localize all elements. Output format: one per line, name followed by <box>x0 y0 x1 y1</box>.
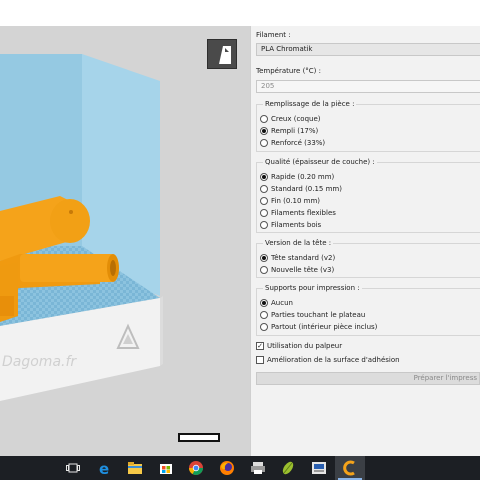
head-option-v3[interactable]: Nouvelle tête (v3) <box>260 265 334 275</box>
quality-option-wood[interactable]: Filaments bois <box>260 220 321 230</box>
supports-option-touching-plate[interactable]: Parties touchant le plateau <box>260 310 365 320</box>
quality-option-fine[interactable]: Fin (0.10 mm) <box>260 196 320 206</box>
file-explorer-icon[interactable] <box>120 456 150 480</box>
leaf-app-icon[interactable] <box>273 456 303 480</box>
printer-base-edge <box>160 296 163 366</box>
quality-group: Qualité (épaisseur de couche) : Rapide (… <box>256 158 480 233</box>
infill-option-hollow[interactable]: Creux (coque) <box>260 114 321 124</box>
infill-title: Remplissage de la pièce : <box>263 100 357 108</box>
task-view-icon[interactable] <box>58 456 88 480</box>
dagoma-watermark: Dagoma.fr <box>2 354 77 370</box>
head-option-v2[interactable]: Tête standard (v2) <box>260 253 335 263</box>
supports-option-everywhere[interactable]: Partout (intérieur pièce inclus) <box>260 322 377 332</box>
store-icon[interactable] <box>151 456 181 480</box>
quality-title: Qualité (épaisseur de couche) : <box>263 158 377 166</box>
supports-title: Supports pour impression : <box>263 284 362 292</box>
head-title: Version de la tête : <box>263 239 334 247</box>
title-bar-area <box>0 0 480 26</box>
3d-viewport[interactable]: Dagoma.fr <box>0 26 250 456</box>
printer-app-icon[interactable] <box>243 456 273 480</box>
chrome-icon[interactable] <box>181 456 211 480</box>
cura-app-icon[interactable] <box>335 456 365 480</box>
infill-option-reinforced[interactable]: Renforcé (33%) <box>260 138 325 148</box>
build-volume-scene: Dagoma.fr <box>0 54 163 401</box>
temperature-label: Température (°C) : <box>256 67 321 75</box>
supports-group: Supports pour impression : Aucun Parties… <box>256 284 480 336</box>
checkmark-icon: ✓ <box>256 341 264 350</box>
firefox-icon[interactable] <box>212 456 242 480</box>
filament-select[interactable]: PLA Chromatik <box>256 43 480 56</box>
quality-option-fast[interactable]: Rapide (0.20 mm) <box>260 172 334 182</box>
settings-panel: Filament : PLA Chromatik Température (°C… <box>250 26 480 456</box>
view-mode-icon[interactable] <box>207 39 237 69</box>
infill-group: Remplissage de la pièce : Creux (coque) … <box>256 100 480 152</box>
svg-text:e: e <box>99 460 109 476</box>
edge-icon[interactable]: e <box>90 456 120 480</box>
filament-label: Filament : <box>256 31 291 39</box>
media-app-icon[interactable] <box>304 456 334 480</box>
adhesion-checkbox[interactable]: Amélioration de la surface d'adhésion <box>256 355 400 365</box>
quality-option-flexible[interactable]: Filaments flexibles <box>260 208 336 218</box>
temperature-input[interactable]: 205 <box>256 80 480 93</box>
infill-option-filled[interactable]: Rempli (17%) <box>260 126 318 136</box>
quality-option-standard[interactable]: Standard (0.15 mm) <box>260 184 342 194</box>
head-group: Version de la tête : Tête standard (v2) … <box>256 239 480 278</box>
prepare-print-button[interactable]: Préparer l'impress <box>256 372 480 385</box>
windows-taskbar: e <box>0 456 480 480</box>
layer-slider[interactable] <box>178 433 220 442</box>
use-sensor-checkbox[interactable]: ✓ Utilisation du palpeur <box>256 341 342 351</box>
supports-option-none[interactable]: Aucun <box>260 298 293 308</box>
